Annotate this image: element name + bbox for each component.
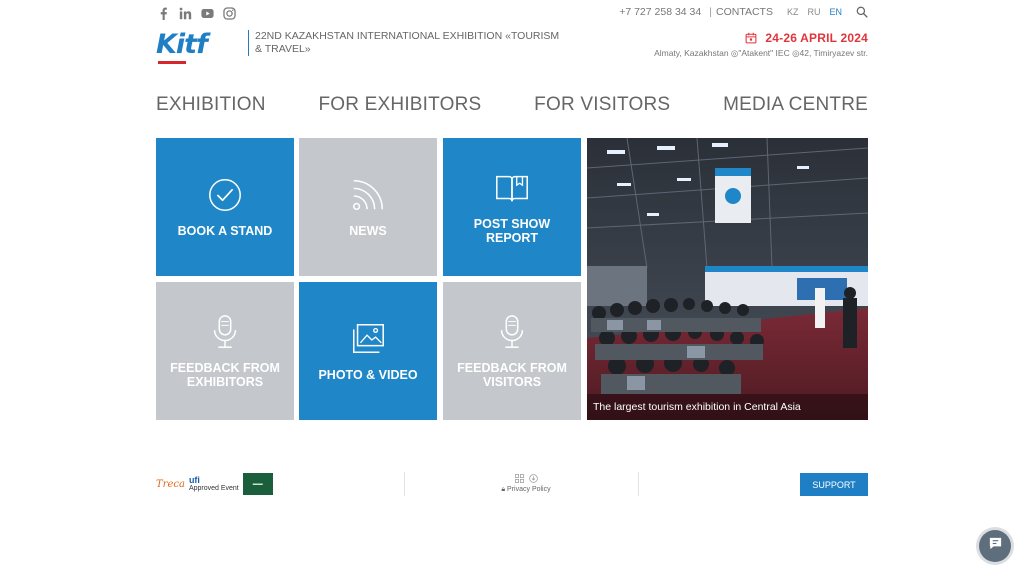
exhibition-tagline: 22ND KAZAKHSTAN INTERNATIONAL EXHIBITION… [255, 30, 560, 55]
event-location: Almaty, Kazakhstan ◎"Atakent" IEC ◎42, T… [654, 48, 868, 58]
chat-icon [988, 536, 1003, 556]
kitf-logo[interactable]: Kitf [156, 30, 230, 66]
lang-kz[interactable]: KZ [787, 7, 799, 17]
tile-news[interactable]: NEWS [299, 138, 437, 276]
nav-for-visitors[interactable]: FOR VISITORS [534, 94, 670, 116]
facebook-icon[interactable] [156, 6, 170, 20]
grid-icon[interactable] [514, 474, 524, 483]
photo-caption: The largest tourism exhibition in Centra… [587, 394, 868, 420]
calendar-icon [745, 32, 757, 44]
checkmark-circle-icon [206, 176, 244, 214]
lang-en[interactable]: EN [829, 7, 842, 17]
logo-red-bar [158, 61, 186, 64]
tile-feedback-visitors[interactable]: FEEDBACK FROM VISITORS [443, 282, 581, 420]
ufi-logo[interactable]: ufi Approved Event [188, 474, 239, 492]
tile-label: POST SHOW REPORT [473, 217, 551, 245]
microphone-icon [206, 313, 244, 351]
tile-label: BOOK A STAND [177, 224, 273, 238]
tile-photo-video[interactable]: PHOTO & VIDEO [299, 282, 437, 420]
privacy-block: 🔒︎ Privacy Policy [494, 474, 558, 494]
nav-media-centre[interactable]: MEDIA CENTRE [723, 94, 868, 116]
tile-label: PHOTO & VIDEO [318, 368, 418, 382]
microphone-icon [493, 313, 531, 351]
youtube-icon[interactable] [200, 6, 214, 20]
search-icon[interactable] [856, 6, 868, 18]
top-utility-bar: +7 727 258 34 34 | CONTACTS KZ RU EN [619, 6, 868, 18]
download-icon[interactable] [528, 474, 538, 483]
lang-ru[interactable]: RU [807, 7, 820, 17]
exhibition-photo[interactable]: The largest tourism exhibition in Centra… [587, 138, 868, 420]
instagram-icon[interactable] [222, 6, 236, 20]
partner-badge-logo[interactable]: ▬▬ [242, 473, 273, 495]
privacy-policy-link[interactable]: Privacy Policy [507, 486, 551, 493]
nav-exhibition[interactable]: EXHIBITION [156, 94, 266, 116]
tile-feedback-exhibitors[interactable]: FEEDBACK FROM EXHIBITORS [156, 282, 294, 420]
lock-icon: 🔒︎ [501, 486, 506, 493]
rss-icon [349, 176, 387, 214]
support-button[interactable]: SUPPORT [800, 473, 868, 496]
event-date: 24-26 APRIL 2024 [745, 31, 868, 45]
exhibition-hall-illustration [587, 138, 868, 420]
partner-logos: Treca ufi Approved Event ▬▬ [156, 473, 273, 495]
open-book-icon [493, 169, 531, 207]
linkedin-icon[interactable] [178, 6, 192, 20]
tile-book-a-stand[interactable]: BOOK A STAND [156, 138, 294, 276]
social-links [156, 6, 236, 20]
treca-logo[interactable]: Treca [156, 479, 185, 490]
images-icon [349, 320, 387, 358]
ufi-logo-sub: Approved Event [188, 484, 239, 492]
tagline-block: 22ND KAZAKHSTAN INTERNATIONAL EXHIBITION… [248, 30, 568, 56]
event-date-text: 24-26 APRIL 2024 [765, 31, 868, 45]
nav-for-exhibitors[interactable]: FOR EXHIBITORS [318, 94, 481, 116]
footer-divider [404, 472, 405, 496]
separator: | [709, 6, 712, 18]
main-navigation: EXHIBITION FOR EXHIBITORS FOR VISITORS M… [156, 94, 868, 116]
footer-divider [638, 472, 639, 496]
phone-number[interactable]: +7 727 258 34 34 [619, 6, 701, 18]
tile-post-show-report[interactable]: POST SHOW REPORT [443, 138, 581, 276]
tile-label: NEWS [349, 224, 387, 238]
contacts-link[interactable]: CONTACTS [716, 6, 773, 18]
tile-label: FEEDBACK FROM EXHIBITORS [170, 361, 280, 389]
ufi-logo-text: ufi [188, 474, 200, 485]
language-switcher: KZ RU EN [787, 7, 842, 17]
logo-text: Kitf [156, 29, 208, 60]
chat-widget-button[interactable] [979, 530, 1011, 562]
tile-label: FEEDBACK FROM VISITORS [457, 361, 567, 389]
